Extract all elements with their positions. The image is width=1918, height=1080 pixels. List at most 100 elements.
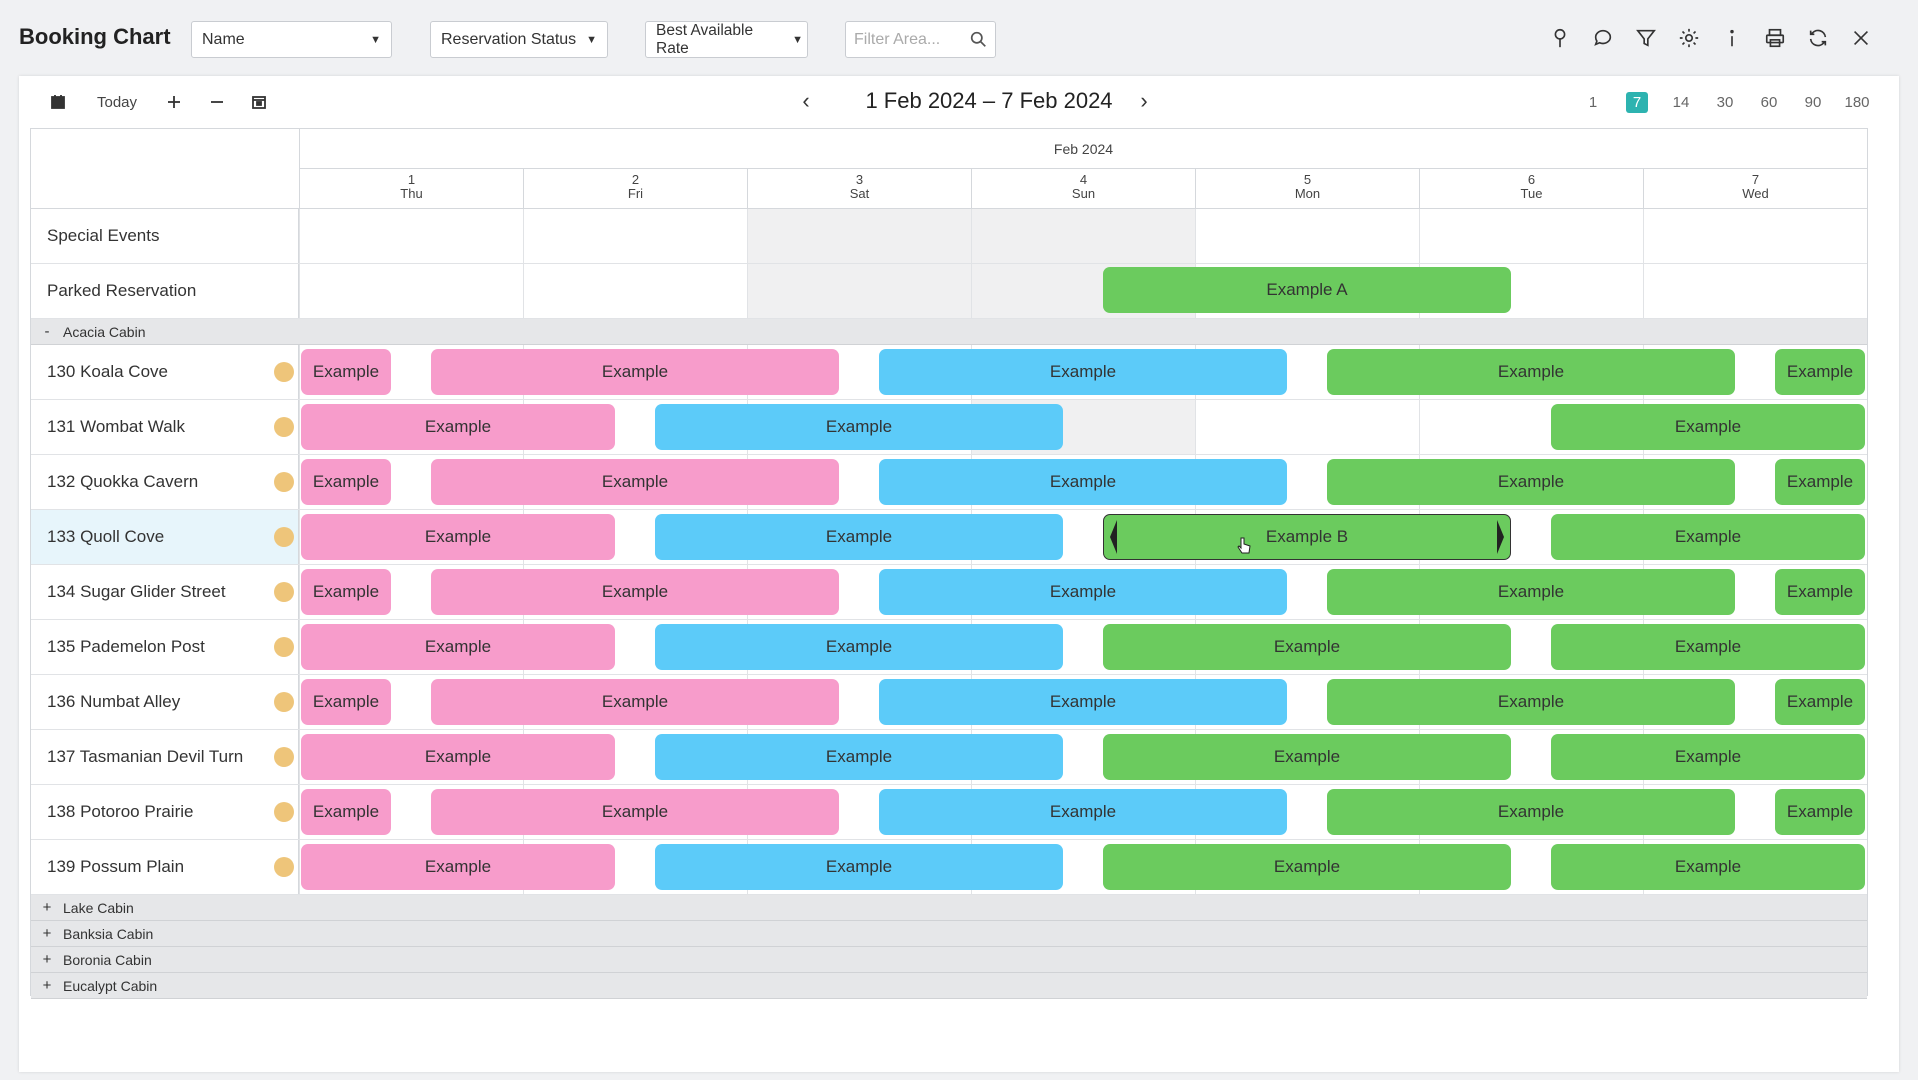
zoom-option-180[interactable]: 180 — [1835, 90, 1879, 114]
room-label[interactable]: 137 Tasmanian Devil Turn — [31, 730, 299, 784]
booking-bar[interactable]: Example — [1103, 624, 1511, 670]
booking-bar[interactable]: Example — [431, 679, 839, 725]
booking-bar[interactable]: Example — [1327, 349, 1735, 395]
room-label[interactable]: 131 Wombat Walk — [31, 400, 299, 454]
room-label[interactable]: 138 Potoroo Prairie — [31, 785, 299, 839]
booking-bar[interactable]: Example — [655, 514, 1063, 560]
zoom-option-30[interactable]: 30 — [1703, 90, 1747, 114]
booking-bar[interactable]: Example A — [1103, 267, 1511, 313]
room-label[interactable]: 136 Numbat Alley — [31, 675, 299, 729]
room-label[interactable]: 134 Sugar Glider Street — [31, 565, 299, 619]
day-cell[interactable] — [523, 209, 747, 263]
status-select[interactable]: Reservation Status ▼ — [430, 21, 608, 58]
date-picker-icon[interactable] — [248, 90, 270, 114]
booking-bar[interactable]: Example — [301, 624, 615, 670]
booking-bar[interactable]: Example — [1775, 569, 1865, 615]
close-icon[interactable] — [1839, 22, 1882, 54]
booking-bar[interactable]: Example — [301, 459, 391, 505]
booking-bar[interactable]: Example — [301, 789, 391, 835]
room-label[interactable]: 132 Quokka Cavern — [31, 455, 299, 509]
day-cell[interactable] — [747, 264, 971, 318]
booking-bar[interactable]: Example — [1775, 349, 1865, 395]
sort-select[interactable]: Name ▼ — [191, 21, 392, 58]
booking-bar[interactable]: Example — [1103, 844, 1511, 890]
next-range-button[interactable]: › — [1132, 88, 1156, 114]
booking-bar[interactable]: Example — [1775, 459, 1865, 505]
zoom-option-7[interactable]: 7 — [1615, 90, 1659, 114]
info-icon[interactable] — [1710, 22, 1753, 54]
group-row-eucalypt[interactable]: + Eucalypt Cabin — [31, 973, 1867, 999]
day-cell[interactable] — [1643, 264, 1867, 318]
gear-icon[interactable] — [1667, 22, 1710, 54]
zoom-in-icon[interactable] — [163, 90, 185, 114]
booking-bar[interactable]: Example — [301, 349, 391, 395]
refresh-icon[interactable] — [1796, 22, 1839, 54]
day-cell[interactable] — [1643, 209, 1867, 263]
rate-select[interactable]: Best Available Rate ▼ — [645, 21, 808, 58]
day-cell[interactable] — [299, 264, 523, 318]
booking-bar[interactable]: Example — [879, 459, 1287, 505]
group-row-acacia[interactable]: - Acacia Cabin — [31, 319, 1867, 345]
booking-bar[interactable]: Example — [301, 844, 615, 890]
booking-bar[interactable]: Example — [301, 569, 391, 615]
room-label[interactable]: 135 Pademelon Post — [31, 620, 299, 674]
day-cell[interactable] — [747, 209, 971, 263]
group-row-lake[interactable]: + Lake Cabin — [31, 895, 1867, 921]
booking-bar[interactable]: Example — [301, 734, 615, 780]
calendar-icon[interactable] — [47, 90, 69, 114]
booking-bar[interactable]: Example — [1775, 679, 1865, 725]
booking-bar[interactable]: Example — [431, 459, 839, 505]
resize-handle-left[interactable] — [1110, 520, 1117, 554]
booking-bar-selected[interactable]: Example B — [1103, 514, 1511, 560]
booking-bar[interactable]: Example — [1551, 404, 1865, 450]
filter-area-input[interactable]: Filter Area... — [845, 21, 996, 58]
comment-icon[interactable] — [1581, 22, 1624, 54]
booking-bar[interactable]: Example — [1551, 624, 1865, 670]
booking-bar[interactable]: Example — [1551, 734, 1865, 780]
room-label[interactable]: 139 Possum Plain — [31, 840, 299, 894]
day-cell[interactable] — [523, 264, 747, 318]
booking-bar[interactable]: Example — [431, 349, 839, 395]
day-cell[interactable] — [1419, 209, 1643, 263]
booking-bar[interactable]: Example — [879, 789, 1287, 835]
today-button[interactable]: Today — [93, 90, 141, 114]
booking-bar[interactable]: Example — [879, 569, 1287, 615]
booking-bar[interactable]: Example — [655, 624, 1063, 670]
day-cell[interactable] — [1195, 400, 1419, 454]
booking-bar[interactable]: Example — [1551, 514, 1865, 560]
booking-bar[interactable]: Example — [1551, 844, 1865, 890]
booking-bar[interactable]: Example — [1327, 569, 1735, 615]
zoom-option-90[interactable]: 90 — [1791, 90, 1835, 114]
zoom-out-icon[interactable] — [206, 90, 228, 114]
resize-handle-right[interactable] — [1497, 520, 1504, 554]
booking-bar[interactable]: Example — [1327, 789, 1735, 835]
group-row-banksia[interactable]: + Banksia Cabin — [31, 921, 1867, 947]
booking-bar[interactable]: Example — [301, 679, 391, 725]
booking-bar[interactable]: Example — [301, 514, 615, 560]
booking-bar[interactable]: Example — [655, 404, 1063, 450]
expand-icon[interactable]: + — [31, 951, 63, 968]
booking-bar[interactable]: Example — [1327, 679, 1735, 725]
zoom-option-60[interactable]: 60 — [1747, 90, 1791, 114]
booking-bar[interactable]: Example — [655, 844, 1063, 890]
booking-bar[interactable]: Example — [655, 734, 1063, 780]
day-cell[interactable] — [971, 209, 1195, 263]
booking-bar[interactable]: Example — [431, 789, 839, 835]
booking-bar[interactable]: Example — [431, 569, 839, 615]
booking-bar[interactable]: Example — [1103, 734, 1511, 780]
booking-bar[interactable]: Example — [879, 679, 1287, 725]
prev-range-button[interactable]: ‹ — [794, 88, 818, 114]
booking-bar[interactable]: Example — [1327, 459, 1735, 505]
booking-bar[interactable]: Example — [879, 349, 1287, 395]
group-row-boronia[interactable]: + Boronia Cabin — [31, 947, 1867, 973]
print-icon[interactable] — [1753, 22, 1796, 54]
map-pin-icon[interactable] — [1538, 22, 1581, 54]
expand-icon[interactable]: + — [31, 899, 63, 916]
day-cell[interactable] — [1195, 209, 1419, 263]
day-cell[interactable] — [299, 209, 523, 263]
booking-bar[interactable]: Example — [1775, 789, 1865, 835]
collapse-icon[interactable]: - — [31, 323, 63, 340]
room-label[interactable]: 133 Quoll Cove — [31, 510, 299, 564]
zoom-option-14[interactable]: 14 — [1659, 90, 1703, 114]
zoom-option-1[interactable]: 1 — [1571, 90, 1615, 114]
